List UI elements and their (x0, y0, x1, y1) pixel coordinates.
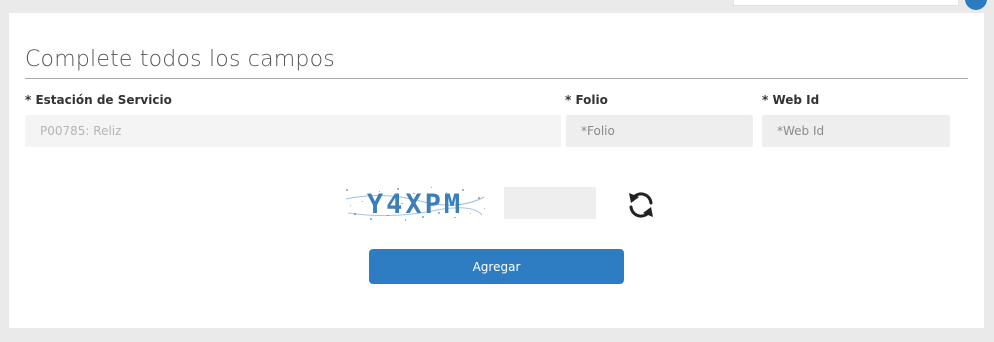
web-id-label: * Web Id (762, 93, 820, 107)
captcha-image: Y4XPM (342, 183, 488, 225)
station-value: P00785: Reliz (40, 124, 122, 138)
web-id-input[interactable] (762, 115, 950, 147)
add-button[interactable]: Agregar (369, 249, 624, 284)
folio-input[interactable] (566, 115, 753, 147)
station-label: * Estación de Servicio (25, 93, 172, 107)
station-field: P00785: Reliz (25, 115, 561, 147)
form-title: Complete todos los campos (25, 47, 335, 72)
top-action-button[interactable] (965, 0, 987, 10)
form-card: Complete todos los campos * Estación de … (9, 13, 984, 328)
captcha-text: Y4XPM (366, 188, 464, 220)
refresh-icon[interactable] (623, 187, 659, 223)
captcha-input[interactable] (504, 187, 596, 219)
folio-label: * Folio (565, 93, 608, 107)
title-divider (25, 78, 968, 79)
top-search-input[interactable] (733, 0, 959, 6)
